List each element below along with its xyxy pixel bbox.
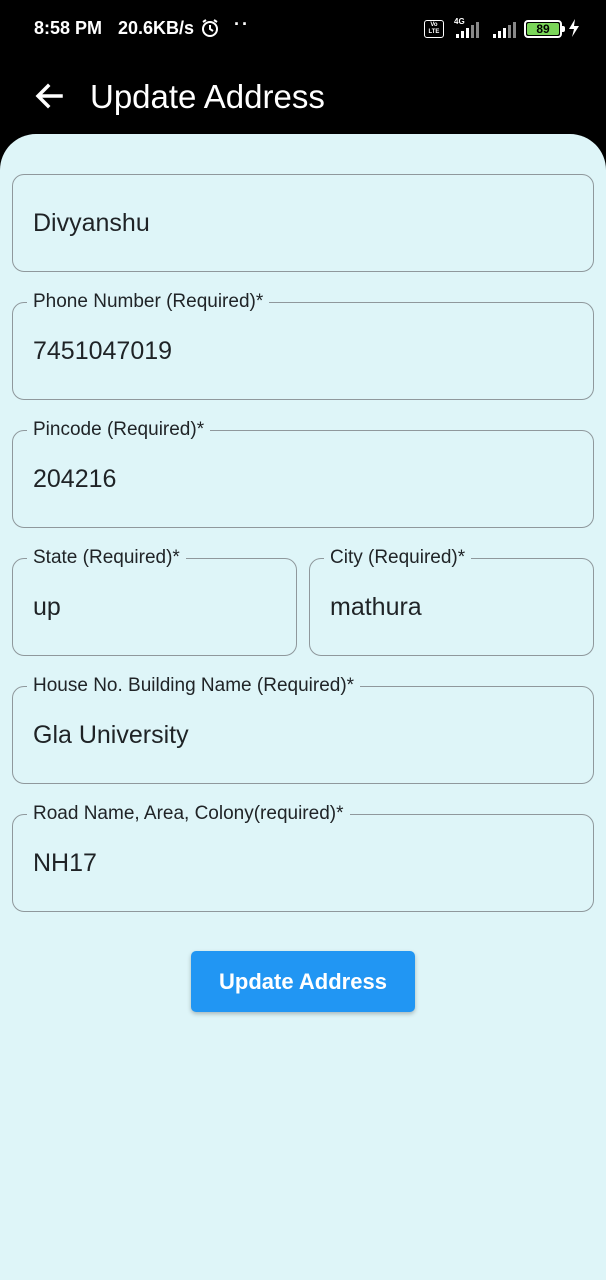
battery-level: 89 — [527, 23, 559, 35]
volte-icon: Vo LTE — [424, 20, 444, 38]
svg-text:4G: 4G — [454, 17, 465, 26]
city-input[interactable]: mathura — [330, 559, 579, 655]
phone-field[interactable]: Phone Number (Required)* 7451047019 — [12, 291, 594, 400]
app-bar: Update Address — [0, 60, 606, 136]
pincode-input[interactable]: 204216 — [33, 431, 579, 527]
house-field[interactable]: House No. Building Name (Required)* Gla … — [12, 675, 594, 784]
update-address-button[interactable]: Update Address — [191, 951, 415, 1012]
charging-icon — [568, 18, 580, 43]
notification-dots: ·· — [234, 14, 250, 34]
alarm-icon — [200, 18, 220, 43]
road-input[interactable]: NH17 — [33, 815, 579, 911]
address-form: Divyanshu Phone Number (Required)* 74510… — [0, 134, 606, 1280]
arrow-left-icon — [35, 83, 63, 109]
road-field[interactable]: Road Name, Area, Colony(required)* NH17 — [12, 803, 594, 912]
phone-input[interactable]: 7451047019 — [33, 303, 579, 399]
city-field[interactable]: City (Required)* mathura — [309, 547, 594, 656]
status-time: 8:58 PM — [34, 18, 103, 38]
state-input[interactable]: up — [33, 559, 282, 655]
status-net-speed: 20.6KB/s — [118, 18, 195, 38]
signal-icon — [492, 16, 518, 45]
battery-icon: 89 — [524, 20, 565, 38]
pincode-field[interactable]: Pincode (Required)* 204216 — [12, 419, 594, 528]
name-field[interactable]: Divyanshu — [12, 174, 594, 272]
house-input[interactable]: Gla University — [33, 687, 579, 783]
state-field[interactable]: State (Required)* up — [12, 547, 297, 656]
signal-4g-icon: 4G — [452, 16, 486, 45]
page-title: Update Address — [90, 78, 325, 115]
status-bar: 8:58 PM 20.6KB/s ·· Vo LTE 4G 89 — [0, 0, 606, 60]
name-input[interactable]: Divyanshu — [33, 175, 579, 271]
back-button[interactable] — [28, 74, 70, 118]
